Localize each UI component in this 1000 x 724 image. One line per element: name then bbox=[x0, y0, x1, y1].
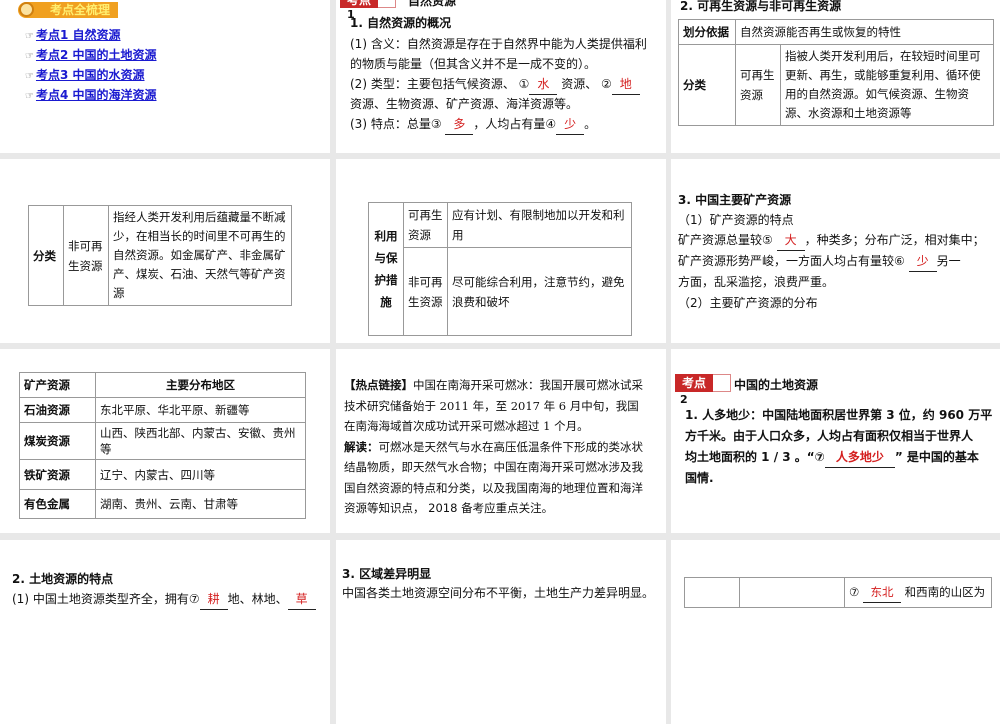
table-cell: ⑦ 东北 和西南的山区为 bbox=[844, 577, 992, 608]
table-cell: 利用与保护措施 bbox=[368, 202, 404, 336]
heading: 2. 可再生资源与非可再生资源 bbox=[680, 0, 842, 13]
table-cell: 铁矿资源 bbox=[19, 459, 96, 490]
table-cell: 非可再生资源 bbox=[403, 247, 448, 336]
slide-regional-difference[interactable]: 3. 区域差异明显 中国各类土地资源空间分布不平衡，土地生产力差异明显。 bbox=[336, 540, 666, 724]
mineral-distribution-table: 矿产资源 主要分布地区 石油资源 东北平原、华北平原、新疆等 煤炭资源 山西、陕西北部… bbox=[19, 372, 306, 519]
text-line: 国情. bbox=[685, 471, 714, 485]
table-cell: 分类 bbox=[678, 44, 736, 126]
text-line: 矿产资源总量较⑤ 大，种类多；分布广泛，相对集中； bbox=[678, 230, 985, 251]
text-line: 资源、生物资源、矿产资源、海洋资源等。 bbox=[350, 97, 579, 111]
toc-item-1[interactable]: ☞ 考点1 自然资源 bbox=[25, 26, 121, 43]
toc-link[interactable]: 考点4 中国的海洋资源 bbox=[36, 88, 157, 102]
pointing-hand-icon: ☞ bbox=[25, 51, 34, 62]
table-cell: 有色金属 bbox=[19, 489, 96, 519]
text-line: (1) 含义：自然资源是存在于自然界中能为人类提供福利 bbox=[350, 37, 647, 51]
toc-link[interactable]: 考点3 中国的水资源 bbox=[36, 68, 145, 82]
answer-blank: 人多地少 bbox=[824, 447, 895, 468]
section-tag: 考点 bbox=[675, 374, 714, 392]
text-line: (2) 类型：主要包括气候资源、 ①水 资源、 ②地 bbox=[350, 74, 640, 95]
text-line: 的物质与能量（但其含义并不是一成不变的）。 bbox=[350, 57, 597, 71]
section-title: 自然资源 bbox=[408, 0, 457, 8]
table-cell: 湖南、贵州、云南、甘肃等 bbox=[95, 489, 306, 519]
table-cell: 划分依据 bbox=[678, 19, 736, 45]
slide-hotspot-link[interactable]: 【热点链接】中国在南海开采可燃冰：我国开展可燃冰试采技术研究储备始于 2011 … bbox=[336, 349, 666, 533]
table-cell: 辽宁、内蒙古、四川等 bbox=[95, 459, 306, 490]
pointing-hand-icon: ☞ bbox=[25, 31, 34, 42]
toc-item-3[interactable]: ☞ 考点3 中国的水资源 bbox=[25, 66, 145, 83]
table-cell: 自然资源能否再生或恢复的特性 bbox=[735, 19, 994, 45]
slide-renewable-table[interactable]: 2. 可再生资源与非可再生资源 划分依据 自然资源能否再生或恢复的特性 分类 可再生… bbox=[671, 0, 1000, 153]
heading: 1. 自然资源的概况 bbox=[350, 16, 452, 30]
slide-mineral-resources[interactable]: 3. 中国主要矿产资源 （1）矿产资源的特点 矿产资源总量较⑤ 大，种类多；分布… bbox=[671, 159, 1000, 343]
toc-link[interactable]: 考点1 自然资源 bbox=[36, 28, 121, 42]
subheading: （1）矿产资源的特点 bbox=[678, 213, 794, 227]
toc-item-2[interactable]: ☞ 考点2 中国的土地资源 bbox=[25, 46, 157, 63]
answer-blank: 大 bbox=[776, 230, 805, 251]
text-line: 均土地面积的 1 / 3 。“⑦ 人多地少” 是中国的基本 bbox=[685, 447, 979, 468]
table-cell: 尽可能综合利用，注意节约，避免浪费和破坏 bbox=[447, 247, 632, 336]
toc-item-4[interactable]: ☞ 考点4 中国的海洋资源 bbox=[25, 86, 157, 103]
text-line: 1. 人多地少：中国陆地面积居世界第 3 位，约 960 万平 bbox=[685, 408, 993, 422]
answer-blank: 少 bbox=[908, 251, 937, 272]
table-header: 主要分布地区 bbox=[95, 372, 306, 398]
answer-blank: 多 bbox=[445, 114, 474, 135]
section-tag: 考点 bbox=[340, 0, 379, 8]
slide-land-resources[interactable]: 考点 中国的土地资源 2 1. 人多地少：中国陆地面积居世界第 3 位，约 96… bbox=[671, 349, 1000, 533]
subheading: （2）主要矿产资源的分布 bbox=[678, 296, 818, 310]
table-cell: 可再生资源 bbox=[735, 44, 781, 126]
table-cell: 应有计划、有限制地加以开发和利用 bbox=[447, 202, 632, 248]
protection-table: 利用与保护措施 可再生资源 应有计划、有限制地加以开发和利用 非可再生资源 尽可能综合… bbox=[368, 202, 632, 336]
table-cell: 指经人类开发利用后蕴藏量不断减少，在相当长的时间里不可再生的自然资源。如金属矿产… bbox=[108, 205, 292, 306]
slide-land-table[interactable]: ⑦ 东北 和西南的山区为 bbox=[671, 540, 1000, 724]
text-line: 中国各类土地资源空间分布不平衡，土地生产力差异明显。 bbox=[342, 586, 655, 600]
hotspot-label: 【热点链接】 bbox=[344, 378, 413, 392]
table-cell: 分类 bbox=[28, 205, 64, 306]
pointing-hand-icon: ☞ bbox=[25, 91, 34, 102]
interpretation-text: 可燃冰是天然气与水在高压低温条件下形成的类冰状结晶物质，即天然气水合物；中国在南… bbox=[344, 439, 643, 516]
answer-blank: 水 bbox=[529, 74, 558, 95]
text-line: 方面，乱采滥挖，浪费严重。 bbox=[678, 275, 835, 289]
table-cell: 可再生资源 bbox=[403, 202, 448, 248]
interpretation-label: 解读： bbox=[344, 439, 379, 454]
slide-nonrenewable-table[interactable]: 分类 非可再生资源 指经人类开发利用后蕴藏量不断减少，在相当长的时间里不可再生的自然… bbox=[0, 159, 330, 343]
table-row: 石油资源 东北平原、华北平原、新疆等 bbox=[19, 397, 306, 423]
heading: 3. 区域差异明显 bbox=[342, 567, 432, 581]
table-row: 有色金属 湖南、贵州、云南、甘肃等 bbox=[19, 489, 306, 519]
slide-land-features[interactable]: 2. 土地资源的特点 (1) 中国土地资源类型齐全，拥有⑦ 耕地、林地、草 bbox=[0, 540, 330, 724]
table-cell bbox=[739, 577, 845, 608]
text-line: 矿产资源形势严峻，一方面人均占有量较⑥ 少另一 bbox=[678, 251, 961, 272]
table-cell bbox=[684, 577, 740, 608]
table-header: 矿产资源 bbox=[19, 372, 96, 398]
table-cell: 煤炭资源 bbox=[19, 422, 96, 460]
table-cell: 东北平原、华北平原、新疆等 bbox=[95, 397, 306, 423]
section-banner: 考点全梳理 bbox=[18, 2, 118, 18]
heading: 2. 土地资源的特点 bbox=[12, 572, 114, 586]
table-cell: 山西、陕西北部、内蒙古、安徽、贵州等 bbox=[95, 422, 306, 460]
banner-title: 考点全梳理 bbox=[50, 3, 111, 17]
slide-mineral-distribution[interactable]: 矿产资源 主要分布地区 石油资源 东北平原、华北平原、新疆等 煤炭资源 山西、陕西北部… bbox=[0, 349, 330, 533]
nonrenewable-table: 分类 非可再生资源 指经人类开发利用后蕴藏量不断减少，在相当长的时间里不可再生的自然… bbox=[28, 205, 292, 306]
answer-blank: 少 bbox=[556, 114, 585, 135]
classification-table: 划分依据 自然资源能否再生或恢复的特性 分类 可再生资源 指被人类开发利用后，在较短时… bbox=[678, 19, 994, 126]
circle-icon bbox=[19, 2, 34, 17]
table-row: 煤炭资源 山西、陕西北部、内蒙古、安徽、贵州等 bbox=[19, 422, 306, 460]
section-title: 中国的土地资源 bbox=[734, 378, 819, 392]
slide-natural-resources-overview[interactable]: 考点 自然资源 1 1. 自然资源的概况 (1) 含义：自然资源是存在于自然界中… bbox=[336, 0, 666, 153]
text-line: 方千米。由于人口众多，人均占有面积仅相当于世界人 bbox=[685, 429, 974, 443]
table-cell: 指被人类开发利用后，在较短时间里可更新、再生，或能够重复利用、循环使用的自然资源… bbox=[780, 44, 994, 126]
land-table: ⑦ 东北 和西南的山区为 bbox=[684, 577, 992, 608]
table-cell: 石油资源 bbox=[19, 397, 96, 423]
hotspot-paragraph: 【热点链接】中国在南海开采可燃冰：我国开展可燃冰试采技术研究储备始于 2011 … bbox=[344, 375, 644, 519]
table-row: 铁矿资源 辽宁、内蒙古、四川等 bbox=[19, 459, 306, 490]
table-cell: 非可再生资源 bbox=[63, 205, 109, 306]
text-line: (3) 特点：总量③ 多，人均占有量④ 少。 bbox=[350, 114, 596, 135]
toc-link[interactable]: 考点2 中国的土地资源 bbox=[36, 48, 157, 62]
slide-toc[interactable]: 考点全梳理 ☞ 考点1 自然资源 ☞ 考点2 中国的土地资源 ☞ 考点3 中国的水资源… bbox=[0, 0, 330, 153]
answer-blank: 地 bbox=[611, 74, 640, 95]
slide-protection-table[interactable]: 利用与保护措施 可再生资源 应有计划、有限制地加以开发和利用 非可再生资源 尽可能综合… bbox=[336, 159, 666, 343]
heading: 3. 中国主要矿产资源 bbox=[678, 193, 792, 207]
pointing-hand-icon: ☞ bbox=[25, 71, 34, 82]
